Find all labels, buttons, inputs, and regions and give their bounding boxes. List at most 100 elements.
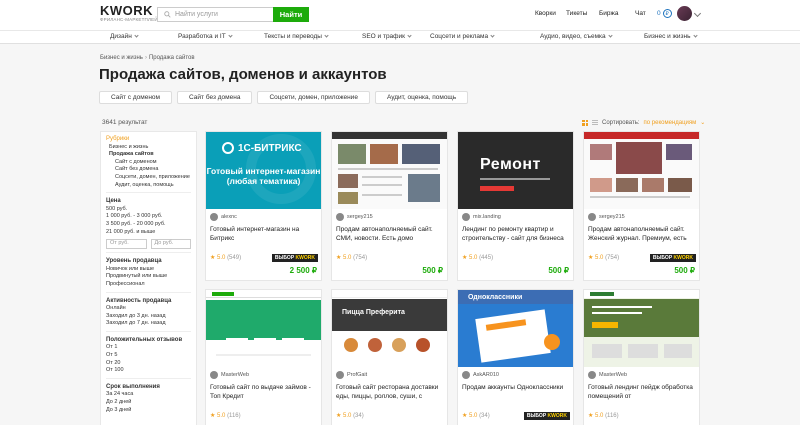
price-from-input[interactable]: От руб. [106,239,147,250]
kwork-card[interactable]: 1С-БИТРИКС Готовый интернет-магазин (люб… [205,131,322,281]
activity-heading: Активность продавца [106,297,172,304]
nav-tickets[interactable]: Тикеты [566,10,587,17]
chip-with-domain[interactable]: Сайт с доменом [99,91,173,104]
activity-option[interactable]: Заходил до 3 дн. назад [106,313,191,321]
avatar[interactable] [677,6,692,21]
balance[interactable]: 0 ₽ [657,9,672,18]
thumb-line [362,176,402,178]
kwork-card[interactable]: sergey215 Продам автонаполняемый сайт. С… [331,131,448,281]
divider [106,330,191,332]
rating-value: 5.0 [217,255,226,261]
card-thumbnail[interactable]: 1С-БИТРИКС Готовый интернет-магазин (люб… [206,132,321,209]
chip-social[interactable]: Соцсети, домен, приложение [257,91,370,104]
seller-name: alexnc [221,214,237,220]
search-button[interactable]: Найти [273,7,309,22]
list-view-icon[interactable] [592,119,598,126]
level-option[interactable]: Профессионал [106,281,191,289]
chip-without-domain[interactable]: Сайт без домена [177,91,253,104]
kwork-card[interactable]: Пицца Преферита ProfGait Готовый сайт ре… [331,289,448,425]
price-option[interactable]: 500 руб. [106,206,191,214]
price-option[interactable]: 1 000 руб. - 3 000 руб. [106,213,191,221]
sort-dropdown[interactable]: по рекомендациям [644,120,697,126]
rubric-audit[interactable]: Аудит, оценка, помощь [106,182,191,190]
category-dev[interactable]: Разработка и IT [178,33,233,40]
card-thumbnail[interactable] [584,290,699,367]
badge-brand: KWORK [295,255,315,261]
search-input[interactable]: Найти услуги [157,7,273,22]
seller[interactable]: MasterWeb [588,371,627,379]
seller[interactable]: sergey215 [336,213,373,221]
price-option[interactable]: 3 500 руб. - 20 000 руб. [106,221,191,229]
seller[interactable]: mix.landing [462,213,501,221]
category-social[interactable]: Соцсети и реклама [430,33,495,40]
price-to-input[interactable]: До руб. [150,239,191,250]
category-business[interactable]: Бизнес и жизнь [644,33,698,40]
price-heading: Цена [106,198,121,205]
page-title: Продажа сайтов, доменов и аккаунтов [99,66,387,83]
chevron-down-icon[interactable] [693,9,702,18]
kwork-card[interactable]: Одноклассники AskAR010 Продам аккаунты О… [457,289,574,425]
card-title[interactable]: Лендинг по ремонту квартир и строительст… [462,225,570,244]
seller[interactable]: ProfGait [336,371,367,379]
card-thumbnail[interactable]: Ремонт [458,132,573,209]
activity-option[interactable]: Заходил до 7 дн. назад [106,320,191,328]
seller[interactable]: alexnc [210,213,237,221]
kwork-card[interactable]: sergey215 Продам автонаполняемый сайт. Ж… [583,131,700,281]
card-title[interactable]: Продам автонаполняемый сайт. Женский жур… [588,225,696,244]
reviews-option[interactable]: От 1 [106,344,191,352]
category-texts[interactable]: Тексты и переводы [264,33,329,40]
filter-sidebar: Рубрики Бизнес и жизнь Продажа сайтов Са… [100,131,197,425]
delivery-option[interactable]: За 24 часа [106,391,191,399]
kwork-card[interactable]: MasterWeb Готовый лендинг пейдж обработк… [583,289,700,425]
rubric-social[interactable]: Соцсети, домен, приложение [106,174,191,182]
reviews-option[interactable]: От 20 [106,360,191,368]
chip-audit[interactable]: Аудит, оценка, помощь [374,91,469,104]
card-thumbnail[interactable]: Пицца Преферита [332,290,447,367]
seller[interactable]: sergey215 [588,213,625,221]
card-price: 500 ₽ [674,266,695,275]
breadcrumb-link[interactable]: Бизнес и жизнь [100,55,143,61]
nav-exchange[interactable]: Биржа [599,10,618,17]
card-thumbnail[interactable] [584,132,699,209]
thumb-photo [642,178,664,192]
card-thumbnail[interactable] [206,290,321,367]
card-price: 500 ₽ [422,266,443,275]
rating-count: (116) [227,413,241,419]
kwork-card[interactable]: Ремонт mix.landing Лендинг по ремонту кв… [457,131,574,281]
delivery-option[interactable]: До 3 дней [106,407,191,415]
card-title[interactable]: Продам аккаунты Одноклассники [462,383,570,402]
rubric-without-domain[interactable]: Сайт без домена [106,166,191,174]
card-title[interactable]: Продам автонаполняемый сайт. СМИ, новост… [336,225,444,244]
category-label: Соцсети и реклама [430,33,489,40]
category-media[interactable]: Аудио, видео, съемка [540,33,613,40]
card-title[interactable]: Готовый сайт ресторана доставки еды, пиц… [336,383,444,402]
nav-chat[interactable]: Чат [635,10,646,17]
category-seo[interactable]: SEO и трафик [362,33,412,40]
bitrix-logo: 1С-БИТРИКС [222,142,302,154]
level-option[interactable]: Продвинутый или выше [106,273,191,281]
category-design[interactable]: Дизайн [110,33,139,40]
grid-view-icon[interactable] [582,119,588,126]
card-thumbnail[interactable]: Одноклассники [458,290,573,367]
category-label: Аудио, видео, съемка [540,33,606,40]
thumb-topbar [332,132,447,139]
nav-kworks[interactable]: Кворки [535,10,556,17]
seller[interactable]: MasterWeb [210,371,249,379]
card-title[interactable]: Готовый интернет-магазин на Битрикс [210,225,318,244]
card-title[interactable]: Готовый сайт по выдаче займов - Топ Кред… [210,383,318,402]
delivery-heading: Срок выполнения [106,383,160,390]
card-title[interactable]: Готовый лендинг пейдж обработка помещени… [588,383,696,402]
activity-option[interactable]: Онлайн [106,305,191,313]
category-label: Тексты и переводы [264,33,322,40]
thumb-button [480,186,514,191]
breadcrumb-current: Продажа сайтов [148,55,195,61]
delivery-option[interactable]: До 2 дней [106,399,191,407]
reviews-option[interactable]: От 5 [106,352,191,360]
kwork-logo[interactable]: KWORK ФРИЛАНС-МАРКЕТПЛЕЙС [100,4,161,23]
reviews-option[interactable]: От 100 [106,367,191,375]
price-option[interactable]: 21 000 руб. и выше [106,229,191,237]
kwork-card[interactable]: MasterWeb Готовый сайт по выдаче займов … [205,289,322,425]
card-thumbnail[interactable] [332,132,447,209]
seller[interactable]: AskAR010 [462,371,499,379]
rubric-sites[interactable]: Продажа сайтов [106,151,191,159]
